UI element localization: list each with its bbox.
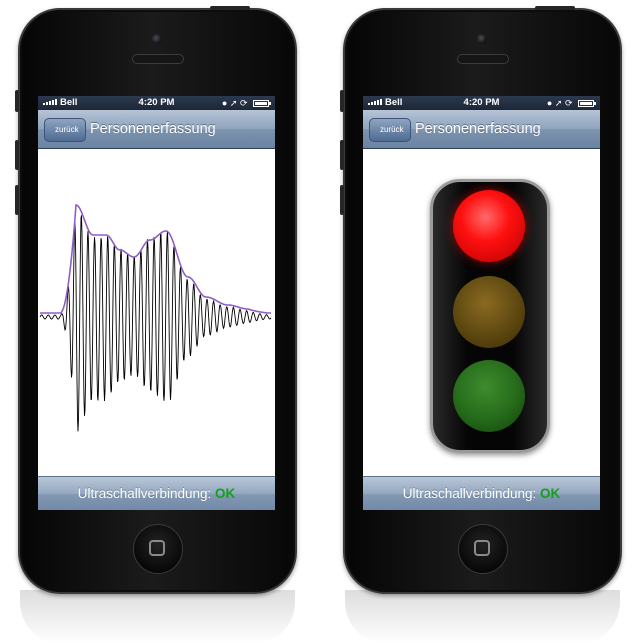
volume-down-button — [340, 185, 344, 215]
traffic-light — [430, 179, 550, 453]
power-button — [210, 6, 250, 10]
phone-reflection-left — [20, 590, 295, 644]
alarm-icon: ● — [221, 98, 228, 108]
battery-icon — [253, 100, 271, 108]
screen-traffic-light: Bell 4:20 PM ● ➚ ⟳ zurück Personenerfass… — [363, 96, 600, 510]
lock-rotation-icon: ⟳ — [564, 98, 573, 108]
yellow-lamp-off — [453, 276, 525, 348]
status-icons: ● ➚ ⟳ — [546, 96, 596, 110]
signal-waveform — [39, 215, 272, 432]
nav-title: Personenerfassung — [90, 121, 216, 137]
alarm-icon: ● — [546, 98, 553, 108]
traffic-light-area — [363, 149, 600, 474]
status-bar: Bell 4:20 PM ● ➚ ⟳ — [363, 96, 600, 110]
navigation-bar: zurück Personenerfassung — [38, 110, 275, 149]
location-arrow-icon: ➚ — [554, 98, 563, 108]
home-square-icon — [474, 540, 490, 556]
phone-left: Bell 4:20 PM ● ➚ ⟳ zurück Personenerfass… — [15, 6, 297, 594]
status-icons: ● ➚ ⟳ — [221, 96, 271, 110]
red-lamp-lit — [453, 190, 525, 262]
connection-status: OK — [540, 486, 561, 501]
connection-status: OK — [215, 486, 236, 501]
mute-switch — [15, 90, 19, 112]
home-button-icon[interactable] — [458, 524, 508, 574]
green-lamp-off — [453, 360, 525, 432]
volume-down-button — [15, 185, 19, 215]
power-button — [535, 6, 575, 10]
lock-rotation-icon: ⟳ — [239, 98, 248, 108]
home-square-icon — [149, 540, 165, 556]
battery-icon — [578, 100, 596, 108]
status-bar: Bell 4:20 PM ● ➚ ⟳ — [38, 96, 275, 110]
front-camera — [152, 34, 162, 44]
connection-status-bar: Ultraschallverbindung: OK — [38, 476, 275, 510]
back-button[interactable]: zurück — [44, 118, 86, 142]
phone-reflection-right — [345, 590, 620, 644]
nav-title: Personenerfassung — [415, 121, 541, 137]
earpiece-speaker — [457, 54, 509, 64]
navigation-bar: zurück Personenerfassung — [363, 110, 600, 149]
front-camera — [477, 34, 487, 44]
phone-right: Bell 4:20 PM ● ➚ ⟳ zurück Personenerfass… — [340, 6, 622, 594]
connection-label: Ultraschallverbindung: — [402, 486, 537, 501]
screen-waveform: Bell 4:20 PM ● ➚ ⟳ zurück Personenerfass… — [38, 96, 275, 510]
waveform-chart — [39, 204, 272, 432]
home-button-icon[interactable] — [133, 524, 183, 574]
connection-status-bar: Ultraschallverbindung: OK — [363, 476, 600, 510]
connection-label: Ultraschallverbindung: — [77, 486, 212, 501]
mute-switch — [340, 90, 344, 112]
waveform-area — [38, 149, 275, 474]
back-button[interactable]: zurück — [369, 118, 411, 142]
location-arrow-icon: ➚ — [229, 98, 238, 108]
volume-up-button — [340, 140, 344, 170]
volume-up-button — [15, 140, 19, 170]
earpiece-speaker — [132, 54, 184, 64]
